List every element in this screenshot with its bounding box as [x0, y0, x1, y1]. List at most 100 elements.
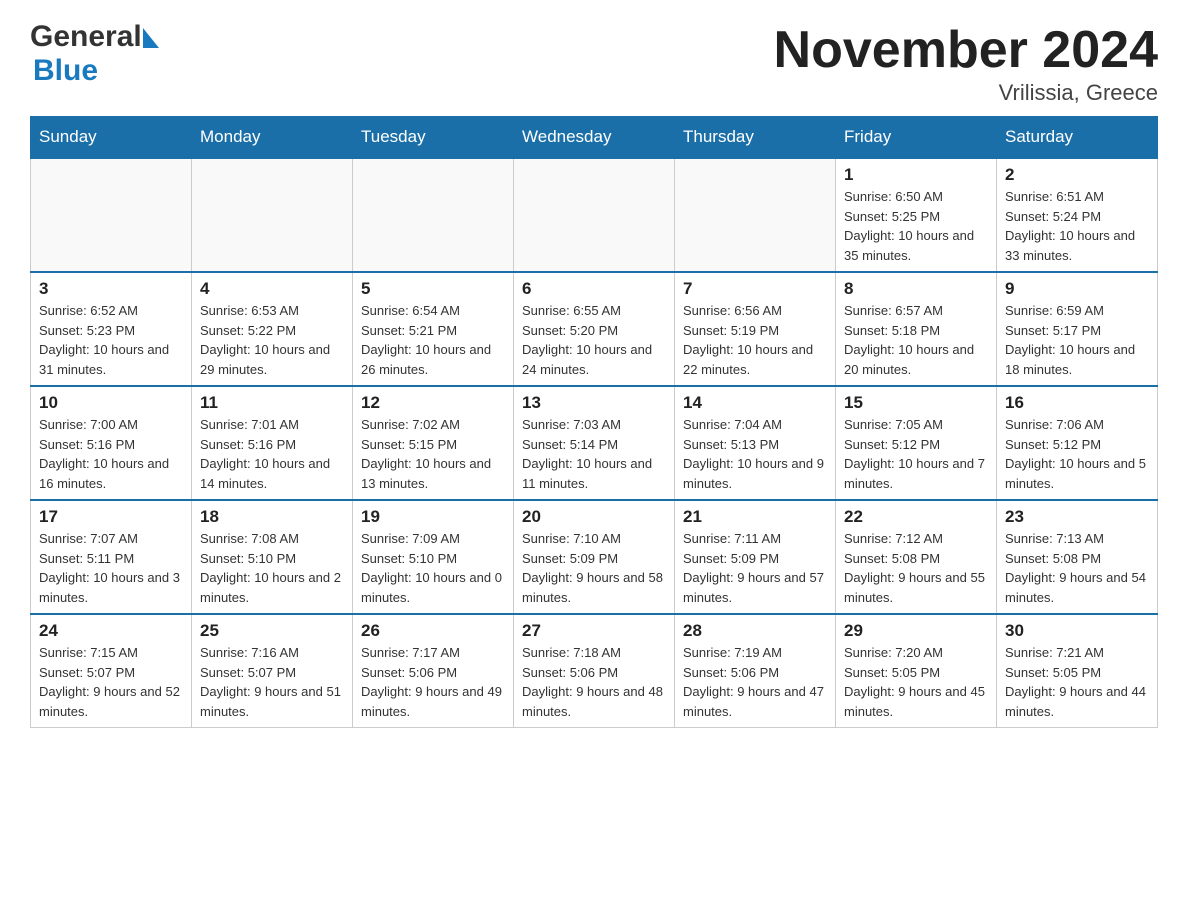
day-info: Sunrise: 7:15 AM Sunset: 5:07 PM Dayligh…: [39, 643, 183, 721]
calendar-cell: 10Sunrise: 7:00 AM Sunset: 5:16 PM Dayli…: [31, 386, 192, 500]
calendar-cell: 14Sunrise: 7:04 AM Sunset: 5:13 PM Dayli…: [675, 386, 836, 500]
calendar-cell: 17Sunrise: 7:07 AM Sunset: 5:11 PM Dayli…: [31, 500, 192, 614]
day-info: Sunrise: 7:21 AM Sunset: 5:05 PM Dayligh…: [1005, 643, 1149, 721]
calendar-cell: 5Sunrise: 6:54 AM Sunset: 5:21 PM Daylig…: [353, 272, 514, 386]
calendar-cell: 28Sunrise: 7:19 AM Sunset: 5:06 PM Dayli…: [675, 614, 836, 728]
calendar-cell: 16Sunrise: 7:06 AM Sunset: 5:12 PM Dayli…: [997, 386, 1158, 500]
calendar-table: SundayMondayTuesdayWednesdayThursdayFrid…: [30, 116, 1158, 728]
day-info: Sunrise: 7:06 AM Sunset: 5:12 PM Dayligh…: [1005, 415, 1149, 493]
calendar-cell: 9Sunrise: 6:59 AM Sunset: 5:17 PM Daylig…: [997, 272, 1158, 386]
logo-blue-text: Blue: [33, 54, 159, 88]
calendar-day-header: Tuesday: [353, 117, 514, 159]
day-info: Sunrise: 7:17 AM Sunset: 5:06 PM Dayligh…: [361, 643, 505, 721]
day-number: 23: [1005, 507, 1149, 527]
day-number: 19: [361, 507, 505, 527]
day-number: 29: [844, 621, 988, 641]
calendar-day-header: Saturday: [997, 117, 1158, 159]
day-info: Sunrise: 6:51 AM Sunset: 5:24 PM Dayligh…: [1005, 187, 1149, 265]
calendar-cell: 30Sunrise: 7:21 AM Sunset: 5:05 PM Dayli…: [997, 614, 1158, 728]
calendar-cell: 22Sunrise: 7:12 AM Sunset: 5:08 PM Dayli…: [836, 500, 997, 614]
day-info: Sunrise: 7:09 AM Sunset: 5:10 PM Dayligh…: [361, 529, 505, 607]
calendar-cell: 2Sunrise: 6:51 AM Sunset: 5:24 PM Daylig…: [997, 158, 1158, 272]
day-number: 5: [361, 279, 505, 299]
calendar-day-header: Friday: [836, 117, 997, 159]
calendar-cell: 23Sunrise: 7:13 AM Sunset: 5:08 PM Dayli…: [997, 500, 1158, 614]
calendar-cell: [353, 158, 514, 272]
day-info: Sunrise: 7:12 AM Sunset: 5:08 PM Dayligh…: [844, 529, 988, 607]
calendar-cell: 11Sunrise: 7:01 AM Sunset: 5:16 PM Dayli…: [192, 386, 353, 500]
calendar-cell: 13Sunrise: 7:03 AM Sunset: 5:14 PM Dayli…: [514, 386, 675, 500]
day-number: 21: [683, 507, 827, 527]
day-number: 2: [1005, 165, 1149, 185]
calendar-cell: 25Sunrise: 7:16 AM Sunset: 5:07 PM Dayli…: [192, 614, 353, 728]
day-info: Sunrise: 6:54 AM Sunset: 5:21 PM Dayligh…: [361, 301, 505, 379]
logo-triangle-icon: [143, 28, 159, 48]
week-row: 10Sunrise: 7:00 AM Sunset: 5:16 PM Dayli…: [31, 386, 1158, 500]
day-number: 10: [39, 393, 183, 413]
calendar-cell: 21Sunrise: 7:11 AM Sunset: 5:09 PM Dayli…: [675, 500, 836, 614]
day-number: 7: [683, 279, 827, 299]
calendar-cell: 6Sunrise: 6:55 AM Sunset: 5:20 PM Daylig…: [514, 272, 675, 386]
calendar-day-header: Wednesday: [514, 117, 675, 159]
day-info: Sunrise: 6:53 AM Sunset: 5:22 PM Dayligh…: [200, 301, 344, 379]
day-info: Sunrise: 6:55 AM Sunset: 5:20 PM Dayligh…: [522, 301, 666, 379]
day-number: 17: [39, 507, 183, 527]
day-info: Sunrise: 7:13 AM Sunset: 5:08 PM Dayligh…: [1005, 529, 1149, 607]
day-number: 3: [39, 279, 183, 299]
day-info: Sunrise: 6:50 AM Sunset: 5:25 PM Dayligh…: [844, 187, 988, 265]
calendar-cell: 19Sunrise: 7:09 AM Sunset: 5:10 PM Dayli…: [353, 500, 514, 614]
calendar-cell: 7Sunrise: 6:56 AM Sunset: 5:19 PM Daylig…: [675, 272, 836, 386]
calendar-day-header: Thursday: [675, 117, 836, 159]
day-info: Sunrise: 7:18 AM Sunset: 5:06 PM Dayligh…: [522, 643, 666, 721]
day-number: 14: [683, 393, 827, 413]
day-number: 11: [200, 393, 344, 413]
calendar-cell: 1Sunrise: 6:50 AM Sunset: 5:25 PM Daylig…: [836, 158, 997, 272]
week-row: 24Sunrise: 7:15 AM Sunset: 5:07 PM Dayli…: [31, 614, 1158, 728]
calendar-cell: 8Sunrise: 6:57 AM Sunset: 5:18 PM Daylig…: [836, 272, 997, 386]
day-number: 16: [1005, 393, 1149, 413]
calendar-cell: 27Sunrise: 7:18 AM Sunset: 5:06 PM Dayli…: [514, 614, 675, 728]
day-number: 25: [200, 621, 344, 641]
calendar-header-row: SundayMondayTuesdayWednesdayThursdayFrid…: [31, 117, 1158, 159]
calendar-day-header: Monday: [192, 117, 353, 159]
day-info: Sunrise: 7:10 AM Sunset: 5:09 PM Dayligh…: [522, 529, 666, 607]
day-info: Sunrise: 7:03 AM Sunset: 5:14 PM Dayligh…: [522, 415, 666, 493]
calendar-cell: 15Sunrise: 7:05 AM Sunset: 5:12 PM Dayli…: [836, 386, 997, 500]
calendar-cell: [31, 158, 192, 272]
day-number: 28: [683, 621, 827, 641]
day-number: 27: [522, 621, 666, 641]
day-info: Sunrise: 7:00 AM Sunset: 5:16 PM Dayligh…: [39, 415, 183, 493]
day-number: 24: [39, 621, 183, 641]
calendar-cell: 24Sunrise: 7:15 AM Sunset: 5:07 PM Dayli…: [31, 614, 192, 728]
day-info: Sunrise: 7:07 AM Sunset: 5:11 PM Dayligh…: [39, 529, 183, 607]
day-number: 13: [522, 393, 666, 413]
calendar-cell: 18Sunrise: 7:08 AM Sunset: 5:10 PM Dayli…: [192, 500, 353, 614]
day-number: 12: [361, 393, 505, 413]
day-number: 30: [1005, 621, 1149, 641]
calendar-subtitle: Vrilissia, Greece: [774, 80, 1158, 106]
calendar-cell: 3Sunrise: 6:52 AM Sunset: 5:23 PM Daylig…: [31, 272, 192, 386]
week-row: 3Sunrise: 6:52 AM Sunset: 5:23 PM Daylig…: [31, 272, 1158, 386]
day-number: 1: [844, 165, 988, 185]
day-number: 26: [361, 621, 505, 641]
week-row: 17Sunrise: 7:07 AM Sunset: 5:11 PM Dayli…: [31, 500, 1158, 614]
day-number: 8: [844, 279, 988, 299]
day-info: Sunrise: 7:08 AM Sunset: 5:10 PM Dayligh…: [200, 529, 344, 607]
day-info: Sunrise: 6:59 AM Sunset: 5:17 PM Dayligh…: [1005, 301, 1149, 379]
day-info: Sunrise: 6:56 AM Sunset: 5:19 PM Dayligh…: [683, 301, 827, 379]
day-info: Sunrise: 7:02 AM Sunset: 5:15 PM Dayligh…: [361, 415, 505, 493]
day-number: 22: [844, 507, 988, 527]
calendar-cell: 20Sunrise: 7:10 AM Sunset: 5:09 PM Dayli…: [514, 500, 675, 614]
week-row: 1Sunrise: 6:50 AM Sunset: 5:25 PM Daylig…: [31, 158, 1158, 272]
day-info: Sunrise: 7:01 AM Sunset: 5:16 PM Dayligh…: [200, 415, 344, 493]
page-header: General Blue November 2024 Vrilissia, Gr…: [30, 20, 1158, 106]
day-number: 6: [522, 279, 666, 299]
logo: General Blue: [30, 20, 159, 88]
day-info: Sunrise: 7:20 AM Sunset: 5:05 PM Dayligh…: [844, 643, 988, 721]
calendar-cell: 12Sunrise: 7:02 AM Sunset: 5:15 PM Dayli…: [353, 386, 514, 500]
day-number: 20: [522, 507, 666, 527]
day-info: Sunrise: 6:57 AM Sunset: 5:18 PM Dayligh…: [844, 301, 988, 379]
calendar-title: November 2024: [774, 20, 1158, 80]
calendar-cell: [192, 158, 353, 272]
day-info: Sunrise: 7:05 AM Sunset: 5:12 PM Dayligh…: [844, 415, 988, 493]
